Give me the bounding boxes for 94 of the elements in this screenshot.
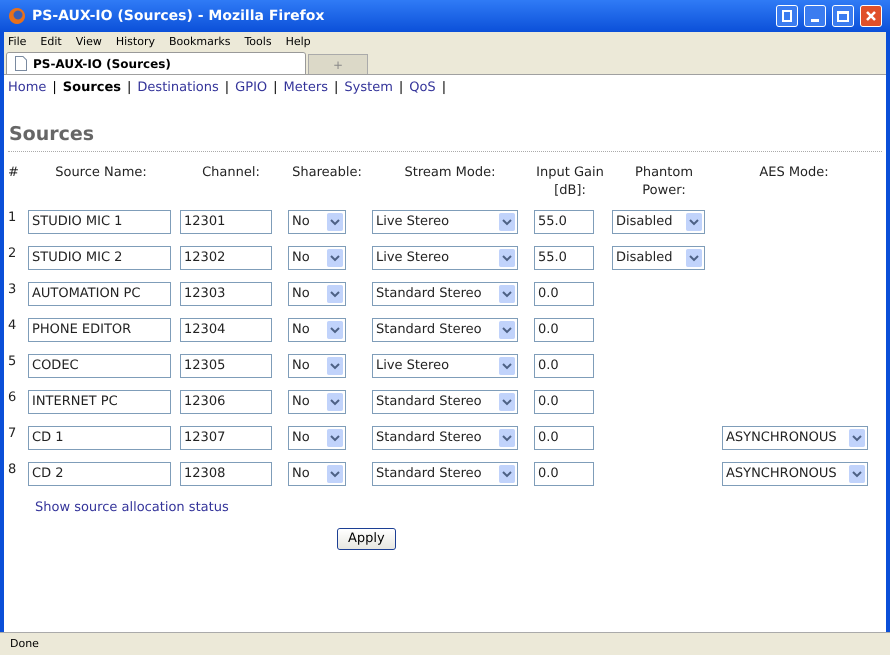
text-field[interactable]: CD 1: [28, 426, 171, 450]
window-restore-button[interactable]: [776, 5, 798, 27]
allocation-status-link[interactable]: Show source allocation status: [35, 498, 229, 518]
column-header: Stream Mode:: [404, 164, 496, 182]
text-field[interactable]: 12306: [180, 390, 272, 414]
nav-separator: |: [127, 79, 132, 97]
text-field[interactable]: 55.0: [534, 246, 594, 270]
column-header: Phantom Power:: [634, 164, 694, 200]
text-field[interactable]: 0.0: [534, 462, 594, 486]
nav-link[interactable]: QoS: [409, 78, 436, 98]
column-header: Shareable:: [291, 164, 363, 182]
fox-globe-icon: [8, 7, 26, 25]
dropdown[interactable]: No: [288, 318, 346, 342]
dropdown[interactable]: Standard Stereo: [372, 426, 518, 450]
text-field[interactable]: 12302: [180, 246, 272, 270]
dropdown[interactable]: Standard Stereo: [372, 318, 518, 342]
status-text: Done: [10, 636, 39, 652]
text-field[interactable]: 12303: [180, 282, 272, 306]
dropdown[interactable]: Standard Stereo: [372, 390, 518, 414]
dropdown[interactable]: Standard Stereo: [372, 282, 518, 306]
nav-separator: |: [273, 79, 278, 97]
text-field[interactable]: 0.0: [534, 426, 594, 450]
row-number: 5: [8, 353, 16, 371]
row-number: 2: [8, 245, 16, 263]
text-field[interactable]: CODEC: [28, 354, 171, 378]
dropdown[interactable]: Live Stereo: [372, 210, 518, 234]
column-header: #: [8, 164, 20, 182]
browser-tab[interactable]: PS-AUX-IO (Sources): [6, 52, 306, 74]
dropdown[interactable]: Live Stereo: [372, 246, 518, 270]
column-header: Source Name:: [54, 164, 148, 182]
close-button[interactable]: [860, 5, 882, 27]
dropdown[interactable]: Disabled: [612, 210, 705, 234]
nav-link[interactable]: Destinations: [137, 78, 219, 98]
page-icon: [15, 56, 27, 71]
text-field[interactable]: INTERNET PC: [28, 390, 171, 414]
nav-link[interactable]: Home: [8, 78, 46, 98]
minimize-button[interactable]: [804, 5, 826, 27]
column-header: Input Gain [dB]:: [535, 164, 605, 200]
nav-separator: |: [52, 79, 57, 97]
nav-link[interactable]: GPIO: [235, 78, 268, 98]
menu-item[interactable]: View: [76, 34, 102, 50]
nav-link[interactable]: Sources: [62, 78, 122, 98]
text-field[interactable]: STUDIO MIC 1: [28, 210, 171, 234]
dropdown[interactable]: No: [288, 462, 346, 486]
text-field[interactable]: 0.0: [534, 354, 594, 378]
dropdown[interactable]: ASYNCHRONOUS: [722, 426, 868, 450]
text-field[interactable]: STUDIO MIC 2: [28, 246, 171, 270]
text-field[interactable]: 55.0: [534, 210, 594, 234]
nav-separator: |: [224, 79, 230, 97]
text-field[interactable]: 12305: [180, 354, 272, 378]
dropdown[interactable]: Disabled: [612, 246, 705, 270]
column-header: AES Mode:: [758, 164, 830, 182]
text-field[interactable]: PHONE EDITOR: [28, 318, 171, 342]
text-field[interactable]: 0.0: [534, 390, 594, 414]
dropdown[interactable]: No: [288, 426, 346, 450]
text-field[interactable]: AUTOMATION PC: [28, 282, 171, 306]
row-number: 8: [8, 461, 16, 479]
menu-item[interactable]: History: [116, 34, 155, 50]
nav-separator: |: [442, 79, 446, 97]
row-number: 4: [8, 317, 16, 335]
menu-item[interactable]: Help: [286, 34, 311, 50]
row-number: 3: [8, 281, 16, 299]
dropdown[interactable]: ASYNCHRONOUS: [722, 462, 868, 486]
dropdown[interactable]: No: [288, 354, 346, 378]
nav-link[interactable]: Meters: [284, 78, 328, 98]
menu-item[interactable]: File: [8, 34, 26, 50]
nav-link[interactable]: System: [344, 78, 393, 98]
row-number: 7: [8, 425, 16, 443]
row-number: 6: [8, 389, 16, 407]
column-header: Channel:: [201, 164, 261, 182]
text-field[interactable]: 12301: [180, 210, 272, 234]
page-heading: Sources: [9, 122, 96, 146]
text-field[interactable]: 12307: [180, 426, 272, 450]
maximize-button[interactable]: [832, 5, 854, 27]
row-number: 1: [8, 209, 16, 227]
apply-button[interactable]: Apply: [337, 528, 396, 550]
close-icon: [865, 10, 877, 22]
text-field[interactable]: 0.0: [534, 282, 594, 306]
dropdown[interactable]: No: [288, 210, 346, 234]
nav-separator: |: [398, 79, 404, 97]
dropdown[interactable]: Live Stereo: [372, 354, 518, 378]
text-field[interactable]: CD 2: [28, 462, 171, 486]
window-title: PS-AUX-IO (Sources) - Mozilla Firefox: [32, 6, 326, 26]
text-field[interactable]: 12304: [180, 318, 272, 342]
dropdown[interactable]: No: [288, 282, 346, 306]
text-field[interactable]: 0.0: [534, 318, 594, 342]
dropdown[interactable]: No: [288, 390, 346, 414]
nav-separator: |: [334, 79, 338, 97]
menu-item[interactable]: Tools: [244, 34, 272, 50]
dropdown[interactable]: Standard Stereo: [372, 462, 518, 486]
dropdown[interactable]: No: [288, 246, 346, 270]
menu-item[interactable]: Edit: [40, 34, 62, 50]
text-field[interactable]: 12308: [180, 462, 272, 486]
menu-item[interactable]: Bookmarks: [168, 34, 230, 50]
